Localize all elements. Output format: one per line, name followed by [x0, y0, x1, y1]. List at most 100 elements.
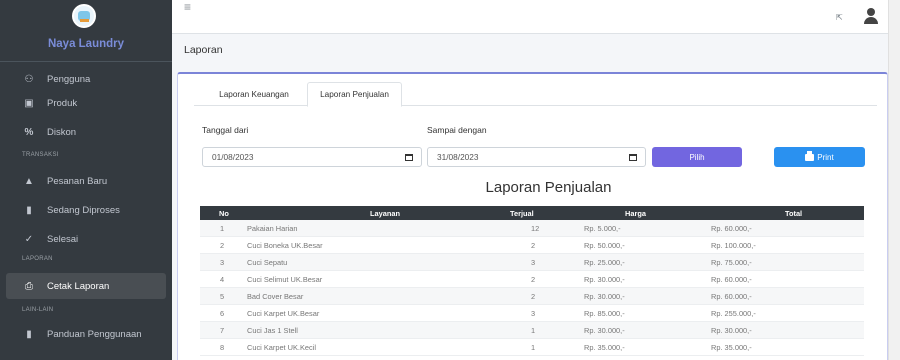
- cell-total: Rp. 60.000,-: [711, 275, 752, 284]
- sidebar-item-label: Selesai: [47, 233, 79, 245]
- user-avatar-icon[interactable]: [864, 8, 878, 24]
- sidebar-item-diskon[interactable]: % Diskon: [0, 119, 172, 145]
- cell-terjual: 3: [531, 258, 536, 267]
- cell-harga: Rp. 30.000,-: [584, 275, 625, 284]
- sidebar-item-label: Pesanan Baru: [47, 175, 108, 187]
- cell-layanan: Cuci Karpet UK.Kecil: [247, 343, 317, 352]
- cell-layanan: Cuci Sepatu: [247, 258, 288, 267]
- cell-total: Rp. 100.000,-: [711, 241, 756, 250]
- section-header-transaksi: TRANSAKSI: [22, 152, 59, 158]
- cell-terjual: 2: [531, 275, 536, 284]
- cell-harga: Rp. 30.000,-: [584, 326, 625, 335]
- cell-layanan: Cuci Karpet UK.Besar: [247, 309, 320, 318]
- sidebar-item-label: Produk: [47, 97, 78, 109]
- date-to-input[interactable]: 31/08/2023: [427, 147, 646, 167]
- section-header-laporan: LAPORAN: [22, 256, 53, 262]
- sidebar-item-pengguna[interactable]: ⚇ Pengguna: [0, 66, 172, 92]
- cell-terjual: 2: [531, 292, 536, 301]
- cell-terjual: 2: [531, 241, 536, 250]
- date-to-value: 31/08/2023: [437, 152, 479, 162]
- cell-no: 7: [220, 326, 225, 335]
- cell-no: 5: [220, 292, 225, 301]
- cell-total: Rp. 30.000,-: [711, 326, 752, 335]
- date-from-label: Tanggal dari: [202, 125, 249, 135]
- warning-icon: ▲: [24, 175, 34, 187]
- table-row: 3 Cuci Sepatu 3 Rp. 25.000,- Rp. 75.000,-: [200, 254, 864, 271]
- cell-harga: Rp. 30.000,-: [584, 292, 625, 301]
- cell-no: 4: [220, 275, 225, 284]
- laundry-logo-icon: [72, 4, 96, 28]
- sidebar-item-panduan[interactable]: ▮ Panduan Penggunaan: [0, 321, 172, 347]
- table-header: No Layanan Terjual Harga Total: [200, 206, 864, 220]
- cell-terjual: 12: [531, 224, 540, 233]
- cell-no: 1: [220, 224, 225, 233]
- pilih-button[interactable]: Pilih: [652, 147, 742, 167]
- users-icon: ⚇: [24, 73, 34, 85]
- sidebar-item-label: Pengguna: [47, 73, 91, 85]
- cell-harga: Rp. 85.000,-: [584, 309, 625, 318]
- cell-terjual: 1: [531, 343, 536, 352]
- cell-total: Rp. 255.000,-: [711, 309, 756, 318]
- book-icon: ▮: [26, 204, 32, 216]
- percent-icon: %: [24, 126, 34, 138]
- top-navbar: ≡ ⇱: [172, 0, 888, 34]
- print-button[interactable]: Print: [774, 147, 865, 167]
- cell-harga: Rp. 35.000,-: [584, 343, 625, 352]
- table-row: 8 Cuci Karpet UK.Kecil 1 Rp. 35.000,- Rp. 35…: [200, 339, 864, 356]
- sidebar-item-cetak-laporan[interactable]: ⎙ Cetak Laporan: [6, 273, 166, 299]
- report-card: Laporan Keuangan Laporan Penjualan Tangg…: [177, 72, 888, 360]
- report-title: Laporan Penjualan: [485, 179, 612, 196]
- sidebar-item-pesanan-baru[interactable]: ▲ Pesanan Baru: [0, 168, 172, 194]
- cell-layanan: Pakaian Harian: [247, 224, 298, 233]
- sidebar-item-produk[interactable]: ▣ Produk: [0, 90, 172, 116]
- cell-terjual: 1: [531, 326, 536, 335]
- col-no: No: [219, 209, 229, 218]
- table-row: 1 Pakaian Harian 12 Rp. 5.000,- Rp. 60.000,-: [200, 220, 864, 237]
- book-icon: ▮: [26, 328, 32, 340]
- brand[interactable]: Naya Laundry: [0, 0, 172, 62]
- cell-harga: Rp. 50.000,-: [584, 241, 625, 250]
- col-harga: Harga: [625, 209, 646, 218]
- cell-terjual: 3: [531, 309, 536, 318]
- print-icon: ⎙: [25, 280, 33, 292]
- box-icon: ▣: [24, 97, 34, 109]
- tab-laporan-keuangan[interactable]: Laporan Keuangan: [203, 82, 305, 106]
- cell-no: 3: [220, 258, 225, 267]
- cell-total: Rp. 75.000,-: [711, 258, 752, 267]
- cell-layanan: Cuci Selimut UK.Besar: [247, 275, 323, 284]
- sidebar-item-label: Sedang Diproses: [47, 204, 120, 216]
- cell-layanan: Cuci Boneka UK.Besar: [247, 241, 323, 250]
- cell-harga: Rp. 5.000,-: [584, 224, 621, 233]
- cell-total: Rp. 60.000,-: [711, 224, 752, 233]
- section-header-lain-lain: LAIN-LAIN: [22, 307, 54, 313]
- calendar-icon[interactable]: [629, 154, 637, 161]
- date-from-value: 01/08/2023: [212, 152, 254, 162]
- calendar-icon[interactable]: [405, 154, 413, 161]
- cell-harga: Rp. 25.000,-: [584, 258, 625, 267]
- sidebar-item-sedang-diproses[interactable]: ▮ Sedang Diproses: [0, 197, 172, 223]
- sidebar-item-selesai[interactable]: ✓ Selesai: [0, 226, 172, 252]
- sidebar-item-label: Cetak Laporan: [47, 280, 110, 292]
- cell-no: 2: [220, 241, 225, 250]
- check-icon: ✓: [24, 233, 34, 245]
- print-label: Print: [817, 152, 834, 162]
- cell-no: 8: [220, 343, 225, 352]
- cell-layanan: Cuci Jas 1 Stell: [247, 326, 298, 335]
- table-row: 5 Bad Cover Besar 2 Rp. 30.000,- Rp. 60.000,…: [200, 288, 864, 305]
- col-total: Total: [785, 209, 803, 218]
- page-title: Laporan: [184, 44, 223, 56]
- scrollbar[interactable]: [888, 0, 900, 360]
- date-from-input[interactable]: 01/08/2023: [202, 147, 422, 167]
- cell-total: Rp. 35.000,-: [711, 343, 752, 352]
- pilih-label: Pilih: [689, 152, 705, 162]
- tab-laporan-penjualan[interactable]: Laporan Penjualan: [307, 82, 402, 107]
- date-to-label: Sampai dengan: [427, 125, 487, 135]
- cell-layanan: Bad Cover Besar: [247, 292, 304, 301]
- sidebar-item-label: Diskon: [47, 126, 77, 138]
- hamburger-menu-icon[interactable]: ≡: [184, 0, 191, 14]
- sidebar: Naya Laundry ⚇ Pengguna ▣ Produk % Disko…: [0, 0, 172, 360]
- print-icon: [805, 150, 815, 161]
- table-row: 6 Cuci Karpet UK.Besar 3 Rp. 85.000,- Rp. 25…: [200, 305, 864, 322]
- fullscreen-icon[interactable]: ⇱: [836, 13, 843, 22]
- brand-name: Naya Laundry: [47, 38, 125, 50]
